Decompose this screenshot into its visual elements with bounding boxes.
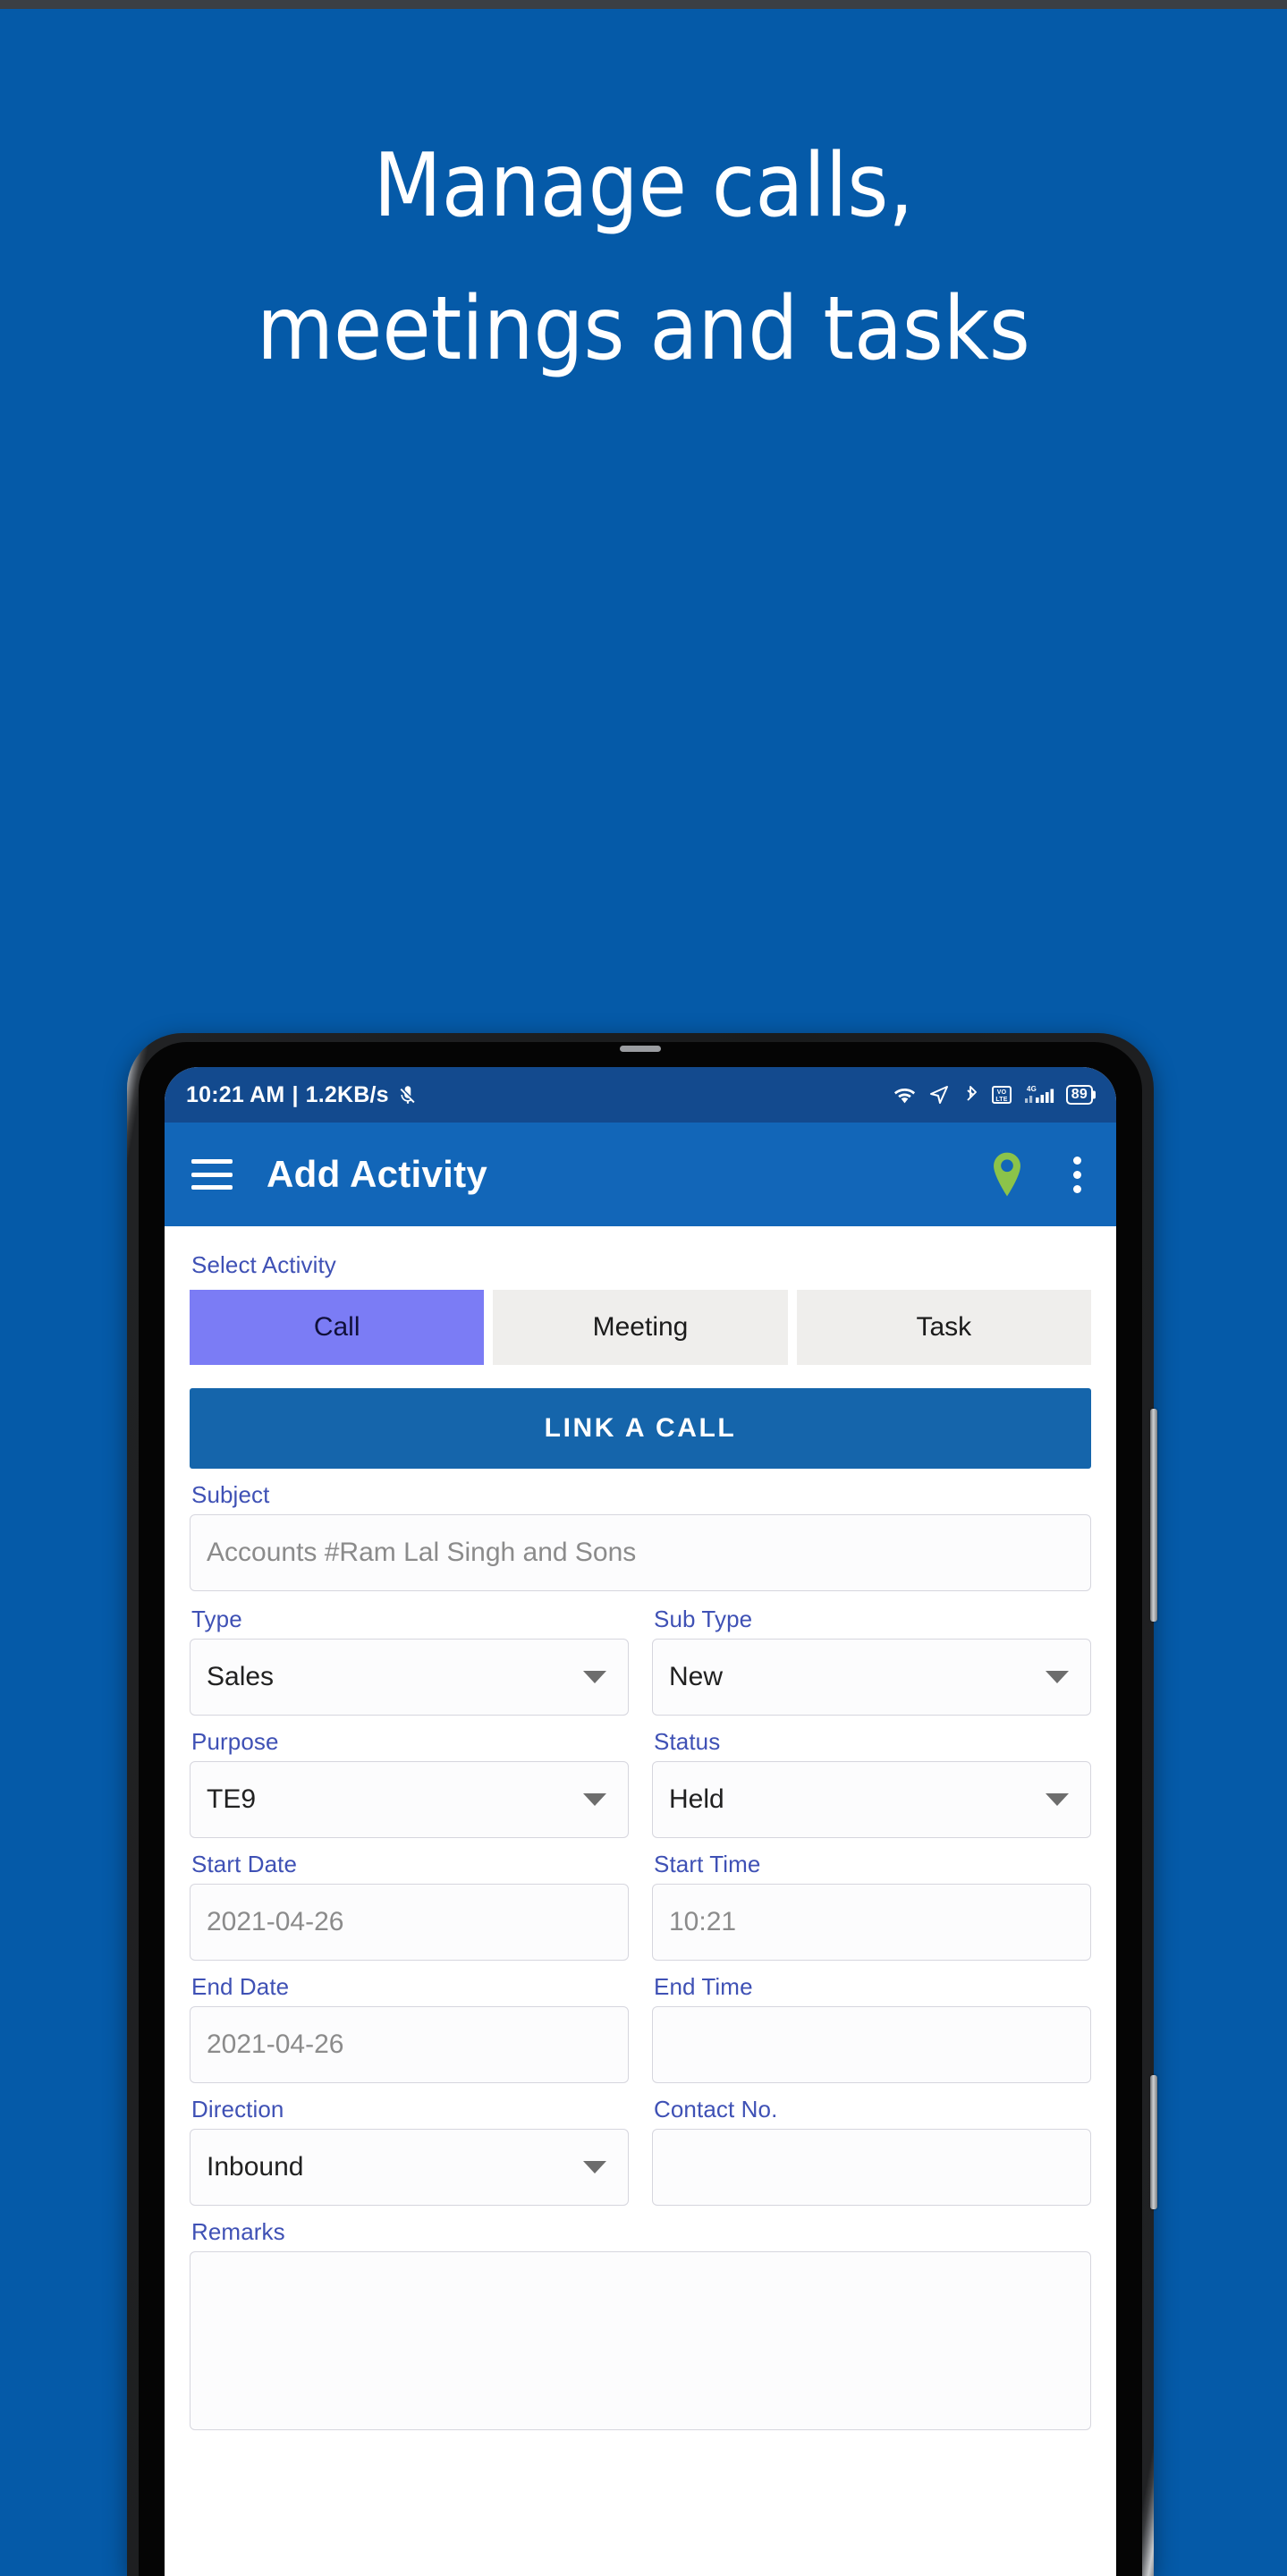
hamburger-menu-icon[interactable] [191,1159,233,1190]
chevron-down-icon [583,1793,606,1806]
location-pin-icon[interactable] [989,1151,1025,1198]
direction-dropdown[interactable]: Inbound [190,2129,629,2206]
tab-meeting[interactable]: Meeting [493,1290,788,1365]
type-value: Sales [207,1662,275,1691]
subject-input[interactable]: Accounts #Ram Lal Singh and Sons [190,1514,1091,1591]
end-date-label: End Date [191,1973,290,2000]
battery-level: 89 [1071,1087,1088,1102]
tab-task[interactable]: Task [796,1290,1091,1365]
remarks-textarea[interactable] [190,2251,1091,2430]
status-bar-right: VO LTE 4G 89 [893,1083,1093,1106]
start-field-row: 2021-04-26 10:21 [190,1884,1091,1961]
svg-text:4G: 4G [1027,1085,1037,1093]
contact-no-input[interactable] [652,2129,1091,2206]
purpose-value: TE9 [207,1784,257,1814]
direction-value: Inbound [207,2152,304,2182]
chevron-down-icon [583,1671,606,1683]
svg-text:LTE: LTE [995,1097,1007,1103]
status-bar-left: 10:21 AM | 1.2KB/s [186,1082,419,1108]
svg-text:VO: VO [997,1089,1007,1096]
sub-type-value: New [669,1662,724,1691]
chevron-down-icon [1046,1793,1069,1806]
phone-device-mockup: 10:21 AM | 1.2KB/s VO LTE 4G 89 Add Acti… [127,1033,1157,2576]
purpose-status-label-row: Purpose Status [190,1716,1091,1761]
start-label-row: Start Date Start Time [190,1838,1091,1884]
status-bar-separator: | [292,1081,299,1107]
end-time-input[interactable] [652,2006,1091,2083]
tab-call[interactable]: Call [190,1290,485,1365]
volume-button[interactable] [1150,1409,1157,1622]
bluetooth-icon [961,1084,979,1106]
headline-line-2: meetings and tasks [257,278,1030,380]
sub-type-label: Sub Type [654,1606,753,1632]
earpiece-speaker [620,1046,661,1052]
select-activity-label: Select Activity [191,1251,336,1278]
page-title: Add Activity [267,1153,488,1195]
location-icon [928,1084,950,1106]
status-bar-network-speed: 1.2KB/s [305,1081,389,1107]
contact-no-label: Contact No. [654,2096,778,2123]
status-dropdown[interactable]: Held [652,1761,1091,1838]
chevron-down-icon [583,2161,606,2174]
purpose-label: Purpose [191,1728,279,1755]
type-dropdown[interactable]: Sales [190,1639,629,1716]
chevron-down-icon [1046,1671,1069,1683]
activity-type-tabs: Call Meeting Task [190,1290,1091,1365]
more-vertical-icon[interactable] [1071,1156,1082,1193]
phone-bezel: 10:21 AM | 1.2KB/s VO LTE 4G 89 Add Acti… [139,1042,1142,2576]
type-subtype-field-row: Sales New [190,1639,1091,1716]
sub-type-dropdown[interactable]: New [652,1639,1091,1716]
remarks-label: Remarks [191,2218,285,2245]
start-time-label: Start Time [654,1851,761,1877]
purpose-status-field-row: TE9 Held [190,1761,1091,1838]
end-date-input[interactable]: 2021-04-26 [190,2006,629,2083]
end-field-row: 2021-04-26 [190,2006,1091,2083]
phone-screen: 10:21 AM | 1.2KB/s VO LTE 4G 89 Add Acti… [165,1067,1116,2576]
wifi-icon [893,1085,917,1105]
app-bar: Add Activity [165,1123,1116,1226]
direction-contact-label-row: Direction Contact No. [190,2083,1091,2129]
start-time-input[interactable]: 10:21 [652,1884,1091,1961]
volte-icon: VO LTE [991,1084,1012,1106]
end-label-row: End Date End Time [190,1961,1091,2006]
power-button[interactable] [1150,2075,1157,2209]
end-time-label: End Time [654,1973,753,2000]
status-bar: 10:21 AM | 1.2KB/s VO LTE 4G 89 [165,1067,1116,1123]
add-activity-form: Select Activity Call Meeting Task LINK A… [165,1226,1116,2576]
start-date-label: Start Date [191,1851,298,1877]
top-edge-strip [0,0,1287,9]
signal-4g-icon: 4G [1024,1083,1054,1106]
link-a-call-button[interactable]: LINK A CALL [190,1388,1091,1469]
status-bar-time: 10:21 AM [186,1081,285,1107]
start-date-input[interactable]: 2021-04-26 [190,1884,629,1961]
promo-headline: Manage calls, meetings and tasks [0,114,1287,401]
subject-label: Subject [191,1481,270,1508]
battery-icon: 89 [1065,1085,1093,1105]
mute-icon [396,1083,419,1106]
type-subtype-label-row: Type Sub Type [190,1593,1091,1639]
type-label: Type [191,1606,242,1632]
status-value: Held [669,1784,724,1814]
headline-line-1: Manage calls, [373,135,914,237]
purpose-dropdown[interactable]: TE9 [190,1761,629,1838]
direction-label: Direction [191,2096,284,2123]
direction-contact-field-row: Inbound [190,2129,1091,2206]
status-label: Status [654,1728,721,1755]
